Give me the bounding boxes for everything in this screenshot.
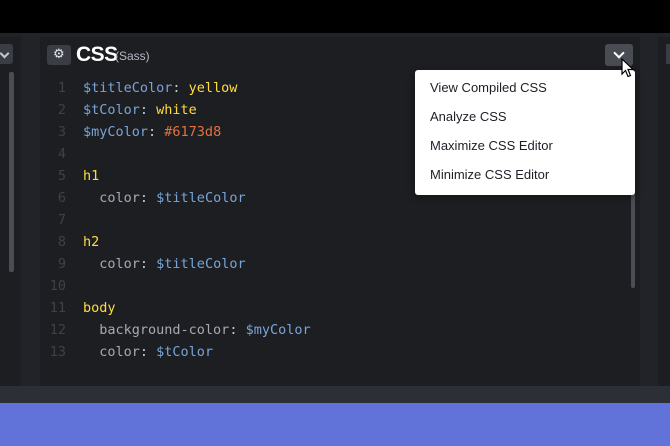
code-token: $tColor [83, 102, 140, 118]
code-line: 13 color: $tColor [40, 341, 600, 363]
code-token: : [148, 124, 165, 140]
editor-dropdown-menu: View Compiled CSS Analyze CSS Maximize C… [415, 70, 635, 195]
left-panel-chevron-icon[interactable] [0, 44, 13, 64]
code-text: $myColor: #6173d8 [83, 121, 221, 143]
mouse-cursor-icon [621, 58, 635, 78]
code-token: $myColor [245, 322, 311, 338]
js-editor-panel-collapsed [658, 37, 670, 386]
line-number: 13 [49, 344, 66, 360]
code-text: color: $tColor [83, 341, 213, 363]
menu-item-view-compiled-css[interactable]: View Compiled CSS [430, 77, 547, 99]
menu-item-minimize-css-editor[interactable]: Minimize CSS Editor [430, 164, 549, 186]
editor-settings-button[interactable]: ⚙ [47, 45, 71, 65]
code-token: $myColor [83, 124, 149, 140]
code-token: yellow [188, 80, 238, 96]
code-line: 7 [40, 209, 600, 231]
preview-pane [0, 403, 670, 446]
line-number: 5 [57, 168, 66, 184]
code-text: color: $titleColor [83, 187, 246, 209]
code-token: color [83, 344, 140, 360]
code-token: $tColor [156, 344, 214, 360]
code-token: : [229, 322, 246, 338]
line-number: 9 [57, 256, 66, 272]
code-text: body [83, 297, 116, 319]
code-token: : [139, 102, 157, 118]
code-token: h2 [83, 234, 100, 250]
line-number: 7 [57, 212, 66, 228]
code-token: : [139, 256, 157, 272]
code-token: : [139, 344, 157, 360]
code-token: white [156, 102, 197, 118]
line-number: 1 [57, 80, 66, 96]
code-token: : [172, 80, 189, 96]
panel-preprocessor-label: (Sass) [115, 49, 150, 63]
line-number: 6 [57, 190, 66, 206]
code-text: h2 [83, 231, 99, 253]
code-line: 8 h2 [40, 231, 600, 253]
code-token: $titleColor [156, 190, 246, 206]
code-token: h1 [83, 168, 100, 184]
code-line: 11 body [40, 297, 600, 319]
top-bar [0, 0, 670, 33]
code-token: $titleColor [156, 256, 246, 272]
panel-title: CSS [76, 43, 118, 66]
code-text: $titleColor: yellow [83, 77, 237, 99]
code-token: : [139, 190, 157, 206]
code-token: $titleColor [83, 80, 173, 96]
left-panel-scrollbar[interactable] [9, 72, 14, 272]
line-number: 10 [49, 278, 66, 294]
code-line: 10 [40, 275, 600, 297]
code-text: color: $titleColor [83, 253, 246, 275]
line-number: 8 [57, 234, 66, 250]
code-token: body [83, 300, 116, 316]
menu-item-maximize-css-editor[interactable]: Maximize CSS Editor [430, 135, 553, 157]
code-line: 12 background-color: $myColor [40, 319, 600, 341]
line-number: 12 [49, 322, 66, 338]
code-token: color [83, 190, 140, 206]
code-text: background-color: $myColor [83, 319, 311, 341]
code-line: 9 color: $titleColor [40, 253, 600, 275]
line-number: 11 [49, 300, 66, 316]
menu-item-analyze-css[interactable]: Analyze CSS [430, 106, 507, 128]
line-number: 4 [57, 146, 66, 162]
right-panel-button[interactable] [666, 44, 670, 64]
code-text: h1 [83, 165, 99, 187]
code-text: $tColor: white [83, 99, 197, 121]
code-token: background-color [83, 322, 230, 338]
resize-bar[interactable] [0, 386, 670, 403]
code-token: #6173d8 [164, 124, 222, 140]
line-number: 3 [57, 124, 66, 140]
gear-icon: ⚙ [53, 47, 65, 62]
code-token: color [83, 256, 140, 272]
css-editor-header: ⚙ CSS (Sass) [40, 37, 640, 71]
line-number: 2 [57, 102, 66, 118]
